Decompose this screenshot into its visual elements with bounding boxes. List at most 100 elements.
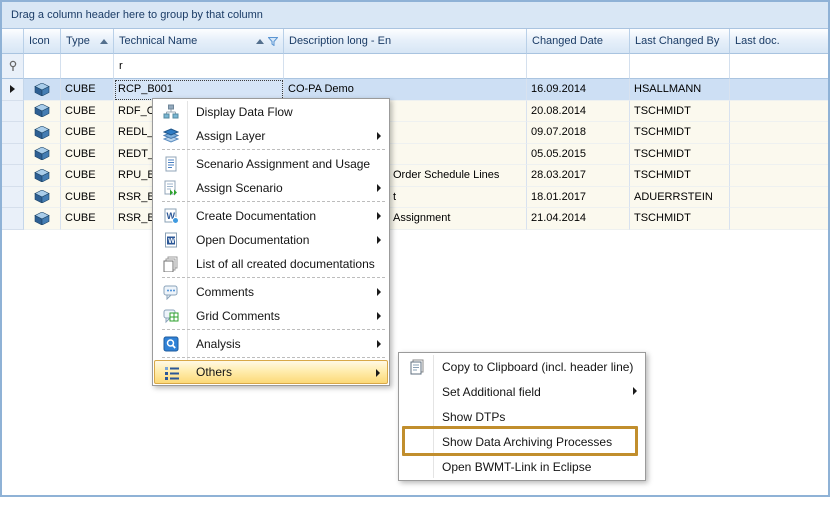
filter-funnel-icon[interactable]: [268, 37, 278, 46]
group-by-panel[interactable]: Drag a column header here to group by th…: [2, 2, 828, 29]
table-row[interactable]: CUBE RCP_B001 CO-PA Demo 16.09.2014 HSAL…: [2, 79, 828, 101]
menu-item-open-documentation[interactable]: W Open Documentation: [154, 228, 388, 252]
row-indicator-cell: [2, 122, 24, 144]
filter-pin-icon: [8, 60, 18, 72]
changed-date-cell[interactable]: 16.09.2014: [527, 79, 630, 101]
auto-filter-row: r: [2, 54, 828, 79]
copy-clipboard-icon: [409, 359, 425, 375]
svg-text:W: W: [168, 238, 175, 245]
object-icon-cell[interactable]: [24, 144, 61, 166]
column-header-description[interactable]: Description long - En: [284, 29, 527, 54]
filter-type-cell[interactable]: [61, 54, 114, 79]
menu-item-grid-comments[interactable]: Grid Comments: [154, 304, 388, 328]
last-doc-cell[interactable]: [730, 208, 828, 230]
changed-date-cell[interactable]: 21.04.2014: [527, 208, 630, 230]
grid-comments-icon: [163, 308, 179, 324]
table-row[interactable]: CUBE REDL_ 09.07.2018 TSCHMIDT: [2, 122, 828, 144]
menu-item-list-of-all-created-documentations[interactable]: List of all created documentations: [154, 252, 388, 276]
type-cell[interactable]: CUBE: [61, 122, 114, 144]
table-row[interactable]: CUBE RPU_B Order Schedule Lines 28.03.20…: [2, 165, 828, 187]
last-doc-cell[interactable]: [730, 79, 828, 101]
changed-date-cell[interactable]: 20.08.2014: [527, 101, 630, 123]
type-cell[interactable]: CUBE: [61, 187, 114, 209]
type-cell[interactable]: CUBE: [61, 208, 114, 230]
last-changed-by-cell[interactable]: HSALLMANN: [630, 79, 730, 101]
last-doc-cell[interactable]: [730, 101, 828, 123]
menu-item-others[interactable]: Others: [154, 360, 388, 384]
group-by-panel-text: Drag a column header here to group by th…: [11, 9, 263, 21]
object-icon-cell[interactable]: [24, 187, 61, 209]
filter-row-indicator: [2, 54, 24, 79]
type-cell[interactable]: CUBE: [61, 144, 114, 166]
last-changed-by-cell[interactable]: TSCHMIDT: [630, 101, 730, 123]
last-changed-by-cell[interactable]: ADUERRSTEIN: [630, 187, 730, 209]
column-header-technical-name[interactable]: Technical Name: [114, 29, 284, 54]
menu-item-open-bwmt-link-in-eclipse[interactable]: Open BWMT-Link in Eclipse: [400, 454, 644, 479]
object-icon-cell[interactable]: [24, 208, 61, 230]
menu-item-scenario-assignment-and-usage[interactable]: Scenario Assignment and Usage: [154, 152, 388, 176]
column-header-last-changed-by[interactable]: Last Changed By: [630, 29, 730, 54]
last-doc-cell[interactable]: [730, 187, 828, 209]
menu-item-copy-to-clipboard[interactable]: Copy to Clipboard (incl. header line): [400, 354, 644, 379]
sort-ascending-icon: [256, 39, 264, 44]
object-icon-cell[interactable]: [24, 101, 61, 123]
cube-icon: [34, 83, 50, 96]
filter-changed-date-cell[interactable]: [527, 54, 630, 79]
cube-icon: [34, 126, 50, 139]
comments-bubble-icon: [163, 284, 179, 300]
menu-item-display-data-flow[interactable]: Display Data Flow: [154, 100, 388, 124]
filter-description-cell[interactable]: [284, 54, 527, 79]
row-indicator-cell: [2, 144, 24, 166]
filter-last-changed-by-cell[interactable]: [630, 54, 730, 79]
last-doc-cell[interactable]: [730, 122, 828, 144]
cube-icon: [34, 212, 50, 225]
document-stack-icon: [163, 256, 179, 272]
last-changed-by-cell[interactable]: TSCHMIDT: [630, 122, 730, 144]
object-icon-cell[interactable]: [24, 122, 61, 144]
changed-date-cell[interactable]: 18.01.2017: [527, 187, 630, 209]
last-doc-cell[interactable]: [730, 144, 828, 166]
menu-item-assign-layer[interactable]: Assign Layer: [154, 124, 388, 148]
table-row[interactable]: CUBE RSR_B t 18.01.2017 ADUERRSTEIN: [2, 187, 828, 209]
last-changed-by-cell[interactable]: TSCHMIDT: [630, 144, 730, 166]
table-row[interactable]: CUBE REDT_ 05.05.2015 TSCHMIDT: [2, 144, 828, 166]
changed-date-cell[interactable]: 09.07.2018: [527, 122, 630, 144]
context-menu: Display Data Flow Assign Layer Scenario …: [152, 98, 390, 386]
word-document-icon: W: [163, 232, 179, 248]
cube-icon: [34, 169, 50, 182]
type-cell[interactable]: CUBE: [61, 79, 114, 101]
filter-technical-name-cell[interactable]: r: [114, 54, 284, 79]
type-cell[interactable]: CUBE: [61, 165, 114, 187]
last-doc-cell[interactable]: [730, 165, 828, 187]
filter-last-doc-cell[interactable]: [730, 54, 828, 79]
menu-item-show-data-archiving-processes[interactable]: Show Data Archiving Processes: [400, 429, 644, 454]
table-row[interactable]: CUBE RDF_C 20.08.2014 TSCHMIDT: [2, 101, 828, 123]
layers-icon: [163, 128, 179, 144]
submenu-arrow-icon: [377, 236, 381, 244]
last-changed-by-cell[interactable]: TSCHMIDT: [630, 208, 730, 230]
menu-item-assign-scenario[interactable]: Assign Scenario: [154, 176, 388, 200]
filter-icon-cell[interactable]: [24, 54, 61, 79]
column-header-last-doc[interactable]: Last doc.: [730, 29, 828, 54]
last-changed-by-cell[interactable]: TSCHMIDT: [630, 165, 730, 187]
analysis-magnifier-icon: [163, 336, 179, 352]
submenu-arrow-icon: [377, 132, 381, 140]
changed-date-cell[interactable]: 05.05.2015: [527, 144, 630, 166]
menu-item-comments[interactable]: Comments: [154, 280, 388, 304]
table-row[interactable]: CUBE RSR_B Assignment 21.04.2014 TSCHMID…: [2, 208, 828, 230]
submenu-arrow-icon: [377, 312, 381, 320]
menu-item-analysis[interactable]: Analysis: [154, 332, 388, 356]
current-row-arrow-icon: [10, 85, 15, 93]
column-header-type[interactable]: Type: [61, 29, 114, 54]
object-icon-cell[interactable]: [24, 79, 61, 101]
column-header-icon[interactable]: Icon: [24, 29, 61, 54]
object-icon-cell[interactable]: [24, 165, 61, 187]
column-header-changed-date[interactable]: Changed Date: [527, 29, 630, 54]
menu-item-create-documentation[interactable]: W Create Documentation: [154, 204, 388, 228]
type-cell[interactable]: CUBE: [61, 101, 114, 123]
others-submenu: Copy to Clipboard (incl. header line) Se…: [398, 352, 646, 481]
menu-item-set-additional-field[interactable]: Set Additional field: [400, 379, 644, 404]
submenu-arrow-icon: [377, 212, 381, 220]
changed-date-cell[interactable]: 28.03.2017: [527, 165, 630, 187]
menu-item-show-dtps[interactable]: Show DTPs: [400, 404, 644, 429]
